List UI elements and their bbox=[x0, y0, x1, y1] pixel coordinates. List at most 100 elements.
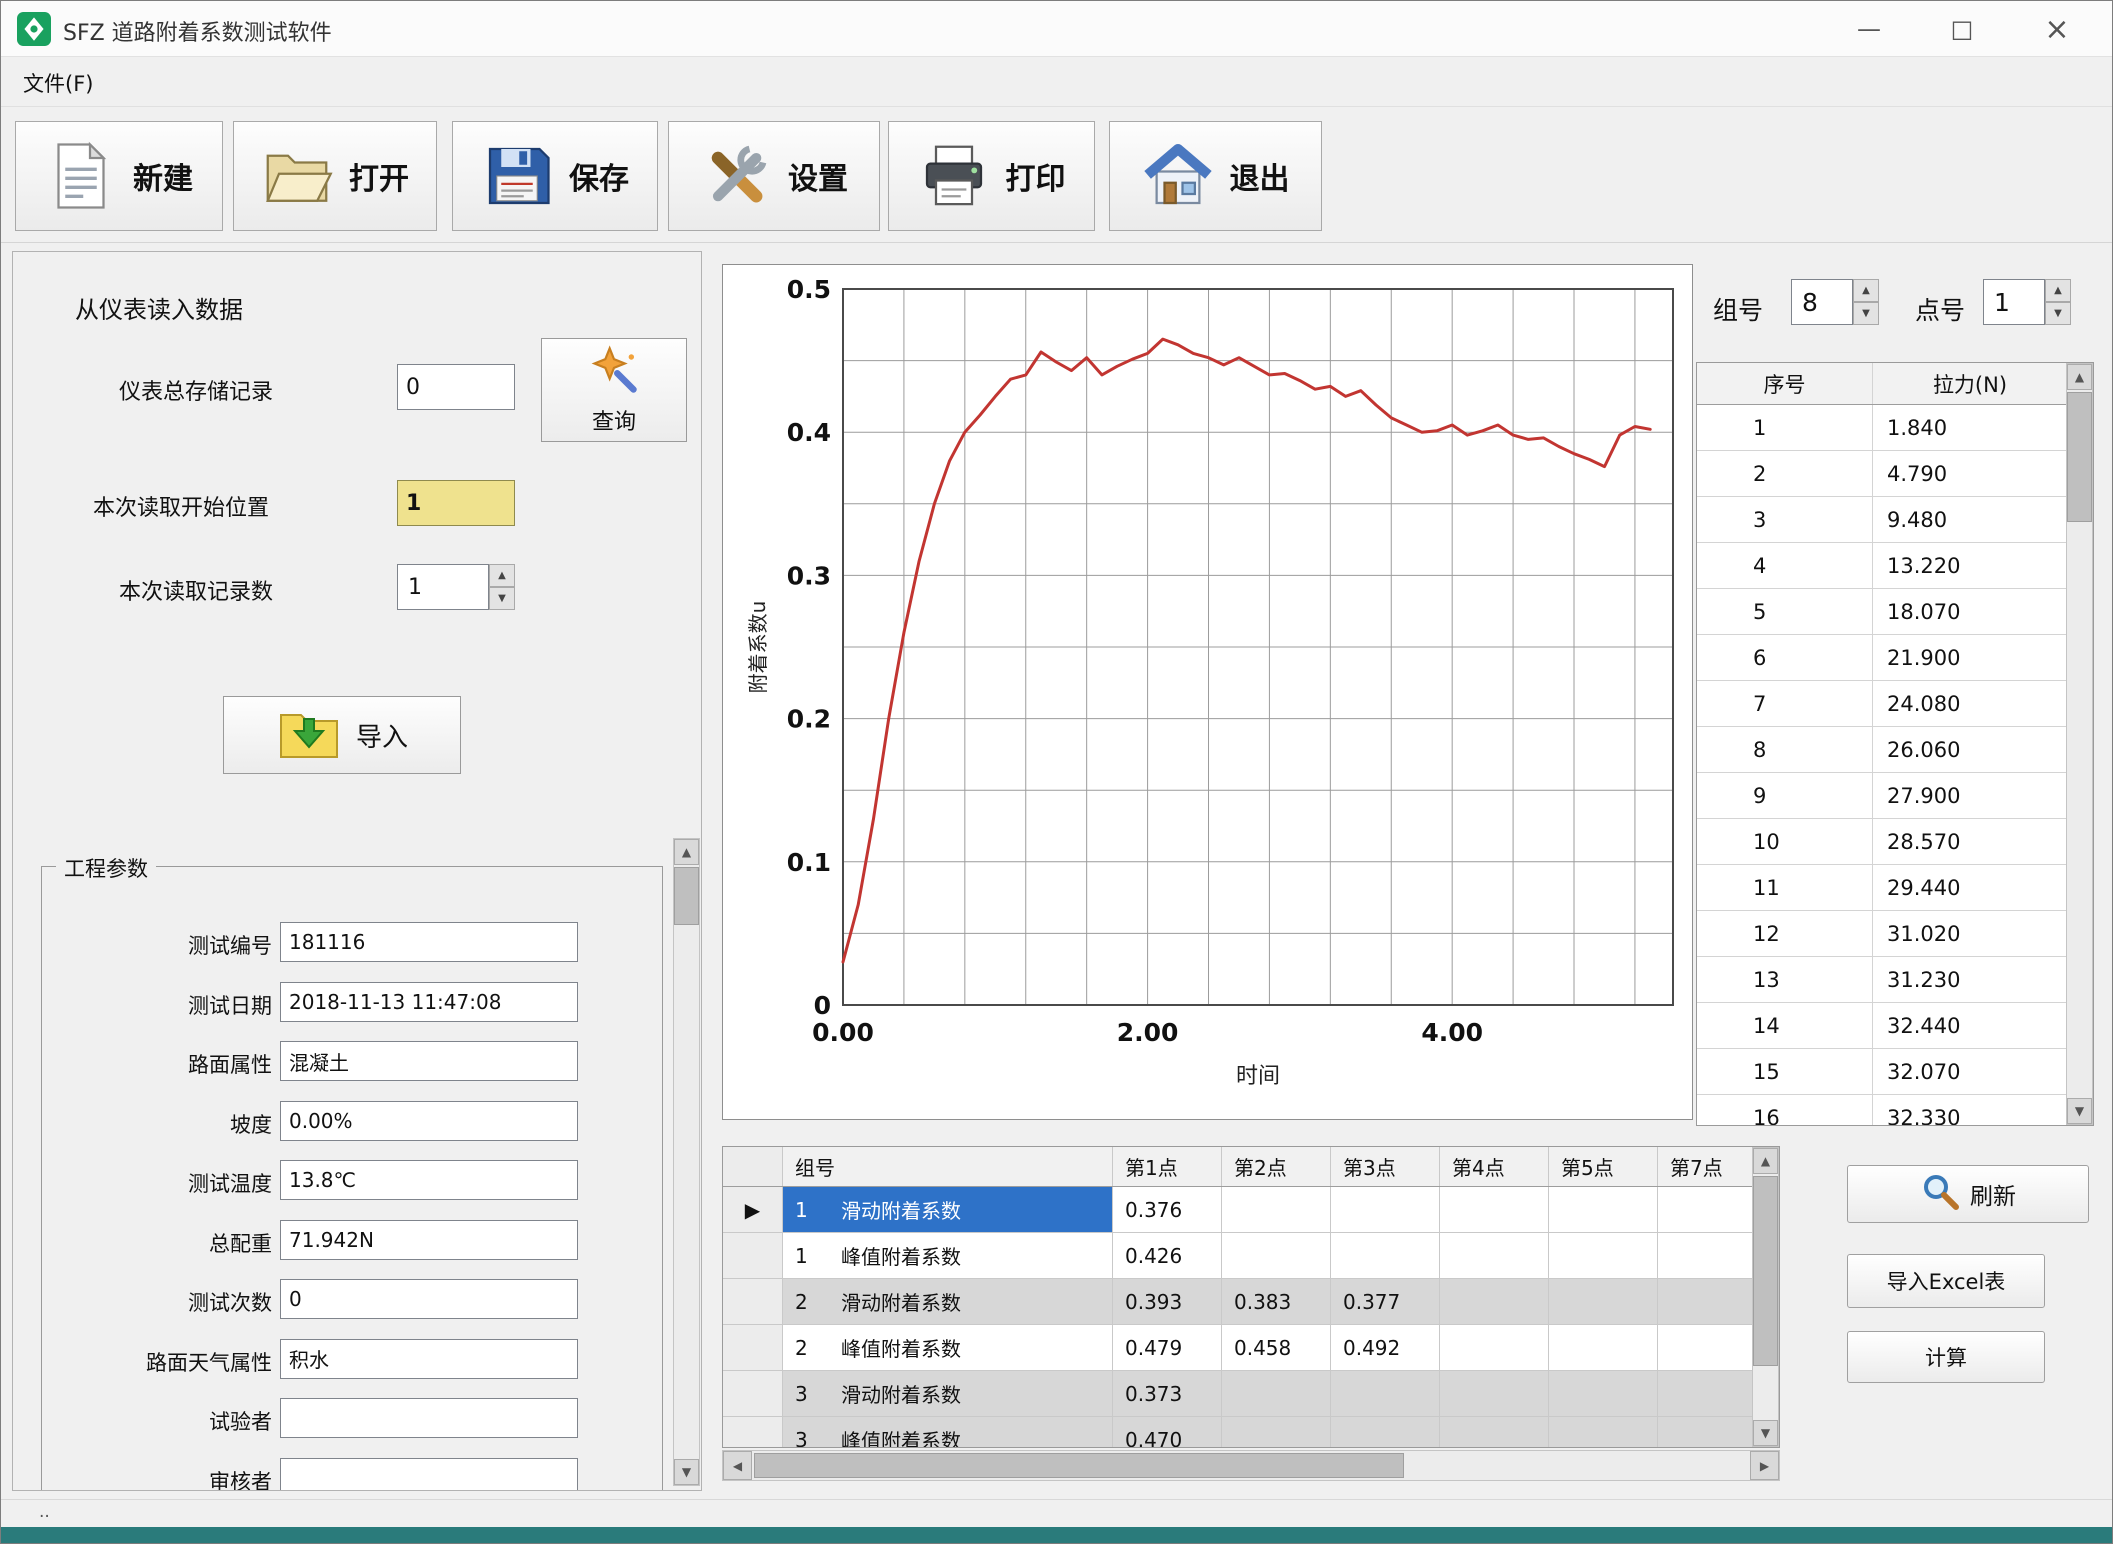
refresh-button[interactable]: 刷新 bbox=[1847, 1165, 2089, 1223]
toolbar-print-button[interactable]: 打印 bbox=[888, 121, 1095, 231]
chart-y-tick-label: 0.3 bbox=[787, 561, 831, 590]
param-input[interactable]: 13.8℃ bbox=[280, 1160, 578, 1200]
group-number-input[interactable]: 8 bbox=[1791, 279, 1853, 325]
force-scroll-thumb[interactable] bbox=[2067, 392, 2092, 522]
result-value-cell bbox=[1331, 1417, 1440, 1448]
magnifier-icon bbox=[1920, 1171, 1960, 1217]
force-serial-cell: 7 bbox=[1697, 681, 1873, 726]
result-table-row[interactable]: 2滑动附着系数0.3930.3830.377 bbox=[723, 1279, 1767, 1325]
minimize-button[interactable]: — bbox=[1833, 1, 1905, 57]
result-vscroll-down-icon[interactable]: ▼ bbox=[1753, 1420, 1778, 1446]
force-table-row[interactable]: 927.900 bbox=[1697, 773, 2067, 819]
force-table-row[interactable]: 11.840 bbox=[1697, 405, 2067, 451]
point-spin-up-icon[interactable]: ▲ bbox=[2045, 279, 2071, 302]
read-count-label: 本次读取记录数 bbox=[119, 574, 273, 606]
import-button[interactable]: 导入 bbox=[223, 696, 461, 774]
param-input[interactable]: 181116 bbox=[280, 922, 578, 962]
force-table-row[interactable]: 1632.330 bbox=[1697, 1095, 2067, 1126]
start-position-input[interactable]: 1 bbox=[397, 480, 515, 526]
force-table-row[interactable]: 39.480 bbox=[1697, 497, 2067, 543]
force-table-row[interactable]: 1532.070 bbox=[1697, 1049, 2067, 1095]
force-serial-cell: 13 bbox=[1697, 957, 1873, 1002]
force-table-row[interactable]: 621.900 bbox=[1697, 635, 2067, 681]
maximize-button[interactable]: □ bbox=[1926, 1, 1998, 57]
result-table-hscroll[interactable]: ◀ ▶ bbox=[722, 1450, 1780, 1481]
toolbar-exit-button[interactable]: 退出 bbox=[1109, 121, 1322, 231]
import-button-label: 导入 bbox=[356, 717, 408, 754]
chart-y-tick-label: 0 bbox=[814, 991, 831, 1020]
result-table-row[interactable]: 1峰值附着系数0.426 bbox=[723, 1233, 1767, 1279]
force-table-row[interactable]: 826.060 bbox=[1697, 727, 2067, 773]
force-scroll-down-icon[interactable]: ▼ bbox=[2067, 1098, 2092, 1124]
param-input[interactable]: 混凝土 bbox=[280, 1041, 578, 1081]
point-spin-down-icon[interactable]: ▼ bbox=[2045, 302, 2071, 325]
force-table-row[interactable]: 413.220 bbox=[1697, 543, 2067, 589]
result-vscroll-up-icon[interactable]: ▲ bbox=[1753, 1148, 1778, 1174]
force-table-row[interactable]: 724.080 bbox=[1697, 681, 2067, 727]
param-label: 测试次数 bbox=[42, 1287, 272, 1317]
force-table-row[interactable]: 24.790 bbox=[1697, 451, 2067, 497]
left-scroll-down-icon[interactable]: ▼ bbox=[674, 1459, 699, 1485]
result-table-row[interactable]: 3滑动附着系数0.373 bbox=[723, 1371, 1767, 1417]
toolbar-open-button[interactable]: 打开 bbox=[233, 121, 437, 231]
chart-y-tick-label: 0.5 bbox=[787, 275, 831, 304]
param-input[interactable]: 0.00% bbox=[280, 1101, 578, 1141]
result-hscroll-thumb[interactable] bbox=[754, 1453, 1404, 1478]
param-input[interactable]: 0 bbox=[280, 1279, 578, 1319]
result-value-cell bbox=[1331, 1371, 1440, 1416]
read-count-spin-down-icon[interactable]: ▼ bbox=[489, 587, 515, 610]
result-value-cell: 0.373 bbox=[1113, 1371, 1222, 1416]
export-excel-button[interactable]: 导入Excel表 bbox=[1847, 1254, 2045, 1308]
left-scroll-thumb[interactable] bbox=[674, 867, 699, 925]
result-hscroll-left-icon[interactable]: ◀ bbox=[723, 1451, 752, 1480]
toolbar-new-button[interactable]: 新建 bbox=[15, 121, 223, 231]
import-folder-icon bbox=[276, 705, 342, 765]
force-table-row[interactable]: 1129.440 bbox=[1697, 865, 2067, 911]
param-input[interactable]: 71.942N bbox=[280, 1220, 578, 1260]
total-records-input[interactable]: 0 bbox=[397, 364, 515, 410]
param-input[interactable] bbox=[280, 1458, 578, 1492]
force-table-row[interactable]: 518.070 bbox=[1697, 589, 2067, 635]
force-table-row[interactable]: 1432.440 bbox=[1697, 1003, 2067, 1049]
query-button[interactable]: 查询 bbox=[541, 338, 687, 442]
title-bar: SFZ 道路附着系数测试软件 — □ × bbox=[1, 1, 2113, 57]
read-count-input[interactable]: 1 bbox=[397, 564, 489, 610]
point-number-input[interactable]: 1 bbox=[1983, 279, 2045, 325]
group-spin-up-icon[interactable]: ▲ bbox=[1853, 279, 1879, 302]
read-count-spin-up-icon[interactable]: ▲ bbox=[489, 564, 515, 587]
result-value-cell: 0.377 bbox=[1331, 1279, 1440, 1324]
toolbar-settings-button[interactable]: 设置 bbox=[668, 121, 880, 231]
result-row-group: 3 bbox=[795, 1428, 841, 1449]
force-serial-cell: 5 bbox=[1697, 589, 1873, 634]
result-table-row[interactable]: 2峰值附着系数0.4790.4580.492 bbox=[723, 1325, 1767, 1371]
force-table-row[interactable]: 1231.020 bbox=[1697, 911, 2067, 957]
force-serial-cell: 15 bbox=[1697, 1049, 1873, 1094]
refresh-button-label: 刷新 bbox=[1970, 1177, 2016, 1211]
chart-y-tick-label: 0.2 bbox=[787, 705, 831, 734]
param-input[interactable]: 积水 bbox=[280, 1339, 578, 1379]
result-row-group: 3 bbox=[795, 1382, 841, 1406]
result-table-row[interactable]: ▶1滑动附着系数0.376 bbox=[723, 1187, 1767, 1233]
param-input[interactable]: 2018-11-13 11:47:08 bbox=[280, 982, 578, 1022]
left-panel-scrollbar[interactable]: ▲ ▼ bbox=[673, 838, 700, 1486]
result-value-cell: 0.492 bbox=[1331, 1325, 1440, 1370]
read-panel-title: 从仪表读入数据 bbox=[75, 290, 243, 325]
result-table-row[interactable]: 3峰值附着系数0.470 bbox=[723, 1417, 1767, 1448]
force-table-scrollbar[interactable]: ▲ ▼ bbox=[2066, 363, 2093, 1125]
left-scroll-up-icon[interactable]: ▲ bbox=[674, 839, 699, 865]
group-spin-down-icon[interactable]: ▼ bbox=[1853, 302, 1879, 325]
result-vscroll-thumb[interactable] bbox=[1753, 1176, 1778, 1366]
adhesion-chart: 0.002.004.0000.10.20.30.40.5时间附着系数u bbox=[723, 265, 1692, 1119]
force-table-row[interactable]: 1331.230 bbox=[1697, 957, 2067, 1003]
toolbar-save-button[interactable]: 保存 bbox=[452, 121, 658, 231]
force-table-row[interactable]: 1028.570 bbox=[1697, 819, 2067, 865]
result-hscroll-right-icon[interactable]: ▶ bbox=[1750, 1451, 1779, 1480]
param-input[interactable] bbox=[280, 1398, 578, 1438]
force-scroll-up-icon[interactable]: ▲ bbox=[2067, 364, 2092, 390]
result-table-vscroll[interactable]: ▲ ▼ bbox=[1752, 1147, 1779, 1447]
close-button[interactable]: × bbox=[2021, 1, 2093, 57]
app-window: SFZ 道路附着系数测试软件 — □ × 文件(F) 新建 打开 保存 设置 打… bbox=[0, 0, 2113, 1544]
calculate-button[interactable]: 计算 bbox=[1847, 1331, 2045, 1383]
result-value-cell: 0.426 bbox=[1113, 1233, 1222, 1278]
menu-file[interactable]: 文件(F) bbox=[23, 68, 93, 98]
